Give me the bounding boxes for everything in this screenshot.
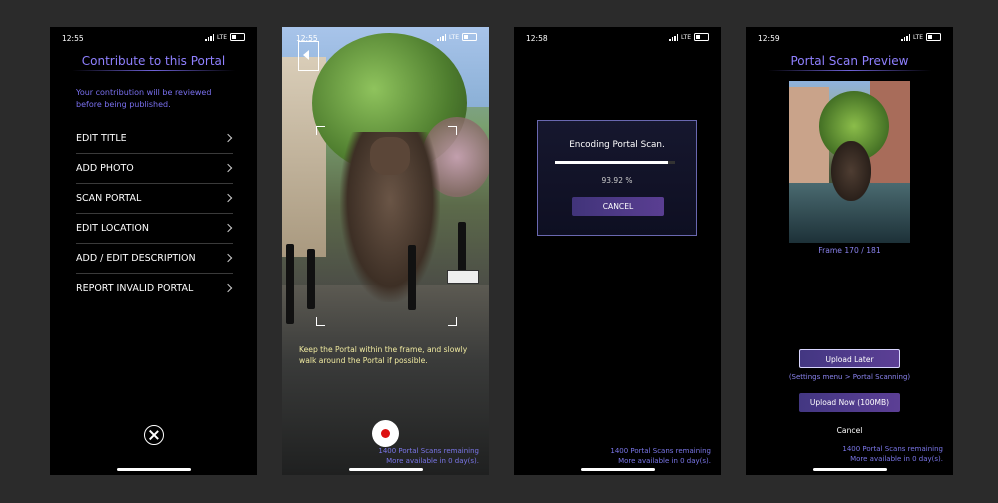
- bollard: [286, 244, 294, 324]
- frame-corner-bottom-right: [448, 317, 457, 326]
- status-time: 12:58: [526, 34, 548, 43]
- chevron-right-icon: [223, 283, 233, 293]
- chevron-right-icon: [223, 253, 233, 263]
- scans-remaining-count: 1400 Portal Scans remaining: [842, 445, 943, 453]
- home-indicator: [348, 468, 423, 471]
- scans-remaining: 1400 Portal Scans remaining More availab…: [378, 446, 479, 466]
- contribute-menu: EDIT TITLE ADD PHOTO SCAN PORTAL EDIT LO…: [76, 124, 233, 303]
- scans-remaining-refresh: More available in 0 day(s).: [850, 455, 943, 463]
- menu-item-edit-location[interactable]: EDIT LOCATION: [76, 214, 233, 244]
- upload-now-button[interactable]: Upload Now (100MB): [799, 393, 900, 412]
- scan-preview-image: [789, 81, 910, 243]
- home-indicator: [116, 468, 191, 471]
- cancel-button[interactable]: CANCEL: [572, 197, 664, 216]
- signal-icon: [205, 34, 215, 41]
- menu-item-label: EDIT LOCATION: [76, 223, 149, 234]
- status-bar: 12:59 LTE: [746, 33, 953, 45]
- bollard: [307, 249, 315, 309]
- settings-note: (Settings menu > Portal Scanning): [788, 373, 911, 381]
- warning-sign: [447, 270, 479, 284]
- battery-icon: [694, 33, 709, 41]
- menu-item-label: SCAN PORTAL: [76, 193, 142, 204]
- cancel-button[interactable]: Cancel: [746, 426, 953, 435]
- chevron-right-icon: [223, 193, 233, 203]
- signal-icon: [669, 34, 679, 41]
- chevron-right-icon: [223, 133, 233, 143]
- phone-preview-screen: 12:59 LTE Portal Scan Preview Frame 170 …: [746, 27, 953, 475]
- scans-remaining-count: 1400 Portal Scans remaining: [610, 447, 711, 455]
- scans-remaining-count: 1400 Portal Scans remaining: [378, 447, 479, 455]
- status-bar: 12:58 LTE: [514, 33, 721, 45]
- carrier-label: LTE: [913, 33, 923, 41]
- status-time: 12:59: [758, 34, 780, 43]
- scans-remaining: 1400 Portal Scans remaining More availab…: [610, 446, 711, 466]
- battery-icon: [926, 33, 941, 41]
- signal-icon: [437, 34, 447, 41]
- frame-corner-top-right: [448, 126, 457, 135]
- menu-item-scan-portal[interactable]: SCAN PORTAL: [76, 184, 233, 214]
- page-title: Portal Scan Preview: [790, 54, 909, 68]
- viewfinder-statue-head: [370, 137, 410, 175]
- dialog-title: Encoding Portal Scan.: [569, 140, 665, 150]
- carrier-label: LTE: [217, 33, 227, 41]
- intro-text: Your contribution will be reviewed befor…: [76, 88, 212, 109]
- signal-icon: [901, 34, 911, 41]
- menu-item-edit-title[interactable]: EDIT TITLE: [76, 124, 233, 154]
- bollard: [458, 222, 466, 277]
- menu-item-report-invalid[interactable]: REPORT INVALID PORTAL: [76, 274, 233, 303]
- frame-counter: Frame 170 / 181: [818, 246, 881, 255]
- page-title: Contribute to this Portal: [81, 54, 226, 68]
- menu-item-add-photo[interactable]: ADD PHOTO: [76, 154, 233, 184]
- upload-later-button[interactable]: Upload Later: [799, 349, 900, 368]
- menu-item-label: ADD / EDIT DESCRIPTION: [76, 253, 196, 264]
- preview-statue: [831, 141, 871, 201]
- close-circle-icon[interactable]: [143, 425, 164, 445]
- phone-camera-scan-screen: 12:55 LTE Keep the Portal within the fra…: [282, 27, 489, 475]
- encoding-dialog: Encoding Portal Scan. 93.92 % CANCEL: [537, 120, 697, 236]
- title-divider: [768, 70, 931, 71]
- phone-encoding-screen: 12:58 LTE Encoding Portal Scan. 93.92 % …: [514, 27, 721, 475]
- scan-instruction: Keep the Portal within the frame, and sl…: [299, 345, 468, 365]
- status-bar: 12:55 LTE: [50, 33, 257, 45]
- back-icon[interactable]: [298, 41, 319, 71]
- progress-bar: [555, 161, 675, 164]
- home-indicator: [812, 468, 887, 471]
- frame-corner-top-left: [316, 126, 325, 135]
- scans-remaining-refresh: More available in 0 day(s).: [386, 457, 479, 465]
- battery-icon: [462, 33, 477, 41]
- chevron-right-icon: [223, 163, 233, 173]
- menu-item-label: ADD PHOTO: [76, 163, 134, 174]
- home-indicator: [580, 468, 655, 471]
- carrier-label: LTE: [449, 33, 459, 41]
- record-button[interactable]: [372, 420, 399, 447]
- battery-icon: [230, 33, 245, 41]
- menu-item-label: EDIT TITLE: [76, 133, 127, 144]
- chevron-right-icon: [223, 223, 233, 233]
- bollard: [408, 245, 416, 310]
- status-time: 12:55: [62, 34, 84, 43]
- scans-remaining-refresh: More available in 0 day(s).: [618, 457, 711, 465]
- scans-remaining: 1400 Portal Scans remaining More availab…: [842, 444, 943, 464]
- frame-corner-bottom-left: [316, 317, 325, 326]
- progress-fill: [555, 161, 668, 164]
- progress-percent: 93.92 %: [601, 176, 633, 185]
- carrier-label: LTE: [681, 33, 691, 41]
- title-divider: [72, 70, 235, 71]
- menu-item-edit-description[interactable]: ADD / EDIT DESCRIPTION: [76, 244, 233, 274]
- phone-contribute-screen: 12:55 LTE Contribute to this Portal Your…: [50, 27, 257, 475]
- menu-item-label: REPORT INVALID PORTAL: [76, 283, 194, 294]
